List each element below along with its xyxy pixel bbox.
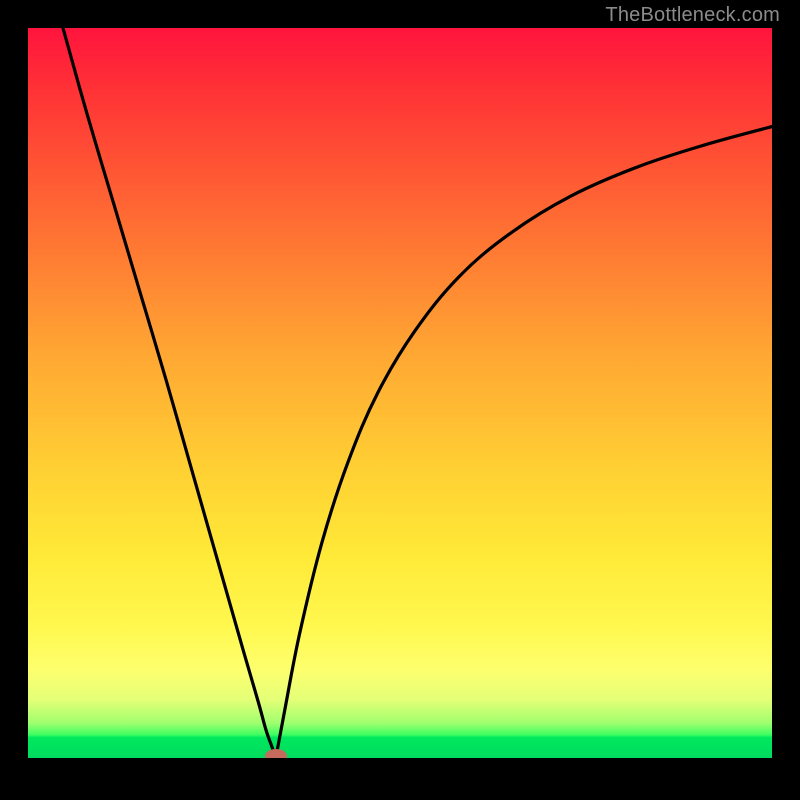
bottleneck-marker xyxy=(265,749,287,758)
plot-area xyxy=(28,28,772,758)
watermark-text: TheBottleneck.com xyxy=(605,4,780,27)
curve-layer xyxy=(28,28,772,758)
chart-frame: TheBottleneck.com xyxy=(0,0,800,800)
curve-right-branch xyxy=(276,127,772,758)
curve-left-branch xyxy=(63,28,276,758)
